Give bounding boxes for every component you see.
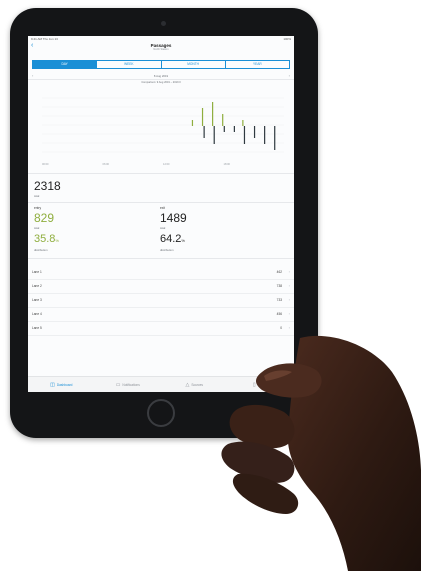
holding-hand — [221, 335, 421, 571]
